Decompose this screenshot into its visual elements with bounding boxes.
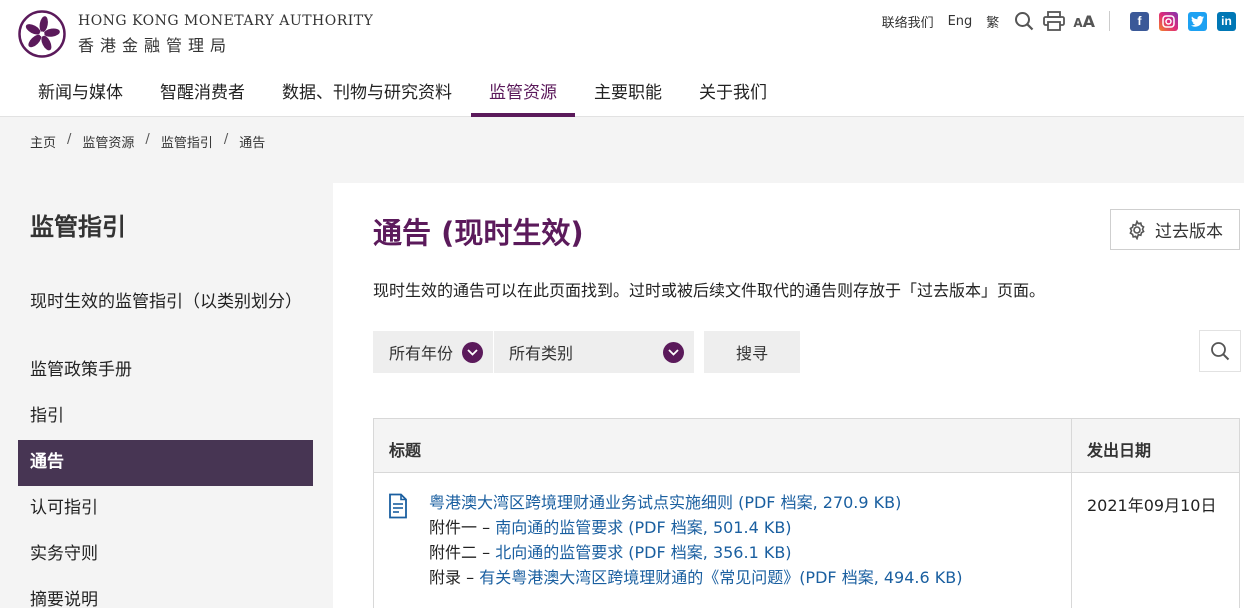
gear-icon [1127,219,1147,240]
twitter-icon[interactable] [1188,11,1207,31]
utility-divider [1109,11,1110,31]
instagram-icon[interactable] [1159,11,1178,31]
appendix-prefix: 附录 – [429,568,480,587]
breadcrumb-separator: / [223,132,229,147]
search-icon [1210,341,1230,361]
english-language-link[interactable]: Eng [948,14,973,29]
sidebar-item-policy-manual[interactable]: 监管政策手册 [18,359,313,382]
category-filter-select[interactable]: 所有类别 [494,331,694,373]
page-title: 通告 (现时生效) [373,216,584,250]
nav-news-media[interactable]: 新闻与媒体 [20,64,141,117]
breadcrumb-bar: 主页 / 监管资源 / 监管指引 / 通告 [0,117,1244,183]
breadcrumb: 主页 / 监管资源 / 监管指引 / 通告 [30,132,265,151]
issue-date: 2021年09月10日 [1087,496,1217,515]
sidebar-item-circulars[interactable]: 通告 [18,440,313,486]
search-toggle-button[interactable] [1199,330,1241,372]
column-header-date: 发出日期 [1087,441,1152,460]
site-header: HONG KONG MONETARY AUTHORITY 香港金融管理局 联络我… [0,0,1244,117]
search-icon[interactable] [1013,10,1035,32]
annex-2-pdf-link[interactable]: 北向通的监管要求 (PDF 档案, 356.1 KB) [495,543,791,562]
past-versions-button[interactable]: 过去版本 [1110,209,1240,250]
contact-us-link[interactable]: 联络我们 [882,12,934,31]
past-versions-label: 过去版本 [1155,222,1223,242]
intro-text: 现时生效的通告可以在此页面找到。过时或被后续文件取代的通告则存放于「过去版本」页… [373,281,1046,300]
nav-data-publications[interactable]: 数据、刊物与研究资料 [264,64,470,117]
font-size-toggle[interactable]: AA [1073,12,1095,31]
annex-1-pdf-link[interactable]: 南向通的监管要求 (PDF 档案, 501.4 KB) [495,518,791,537]
org-name-english[interactable]: HONG KONG MONETARY AUTHORITY [78,13,373,29]
nav-about-us[interactable]: 关于我们 [681,64,785,117]
sidebar-item-summary-notes[interactable]: 摘要说明 [18,589,313,608]
sidebar-item-codes-of-practice[interactable]: 实务守则 [18,543,313,566]
annex-prefix: 附件二 – [429,543,496,562]
main-navigation: 新闻与媒体 智醒消费者 数据、刊物与研究资料 监管资源 主要职能 关于我们 [20,64,786,117]
nav-key-functions[interactable]: 主要职能 [576,64,680,117]
linkedin-icon[interactable]: in [1217,11,1236,31]
category-filter-value: 所有类别 [509,344,574,363]
nav-smart-consumers[interactable]: 智醒消费者 [142,64,263,117]
utility-bar: 联络我们 Eng 繁 AA f in [882,10,1236,32]
annex-prefix: 附件一 – [429,518,496,537]
table-header: 标题 发出日期 [374,419,1239,473]
breadcrumb-home[interactable]: 主页 [30,132,56,151]
chevron-down-icon [462,342,483,363]
breadcrumb-circulars: 通告 [239,136,266,151]
year-filter-value: 所有年份 [389,344,454,363]
breadcrumb-separator: / [67,132,72,147]
appendix-faq-pdf-link[interactable]: 有关粤港澳大湾区跨境理财通的《常见问题》(PDF 档案, 494.6 KB) [479,568,962,587]
breadcrumb-regulatory-resources[interactable]: 监管资源 [82,132,134,151]
document-icon [388,493,408,523]
traditional-chinese-link[interactable]: 繁 [986,12,999,31]
year-filter-select[interactable]: 所有年份 [373,331,493,373]
facebook-icon[interactable]: f [1130,11,1149,31]
print-icon[interactable] [1043,10,1066,32]
nav-regulatory-resources[interactable]: 监管资源 [471,64,575,117]
hkma-logo-icon[interactable] [18,10,66,58]
breadcrumb-regulatory-guides[interactable]: 监管指引 [161,132,213,151]
org-name-chinese[interactable]: 香港金融管理局 [78,32,232,56]
table-row: 粤港澳大湾区跨境理财通业务试点实施细则 (PDF 档案, 270.9 KB) 附… [429,490,962,590]
sidebar: 监管指引 现时生效的监管指引（以类别划分） 监管政策手册 指引 通告 认可指引 … [0,183,333,608]
search-button[interactable]: 搜寻 [704,331,800,373]
circular-pdf-link[interactable]: 粤港澳大湾区跨境理财通业务试点实施细则 (PDF 档案, 270.9 KB) [429,493,901,512]
column-header-title: 标题 [389,441,422,460]
sidebar-item-guidelines[interactable]: 指引 [18,405,313,428]
chevron-down-icon [663,342,684,363]
column-divider [1071,419,1072,608]
sidebar-title: 监管指引 [30,213,126,241]
circulars-table: 标题 发出日期 粤港澳大湾区跨境理财通业务试点实施细则 (PDF 档案, 270… [373,418,1240,608]
sidebar-item-current-guides[interactable]: 现时生效的监管指引（以类别划分） [18,291,313,314]
sidebar-item-authorization-guides[interactable]: 认可指引 [18,497,313,520]
main-content: 通告 (现时生效) 过去版本 现时生效的通告可以在此页面找到。过时或被后续文件取… [333,183,1244,608]
breadcrumb-separator: / [145,132,150,147]
